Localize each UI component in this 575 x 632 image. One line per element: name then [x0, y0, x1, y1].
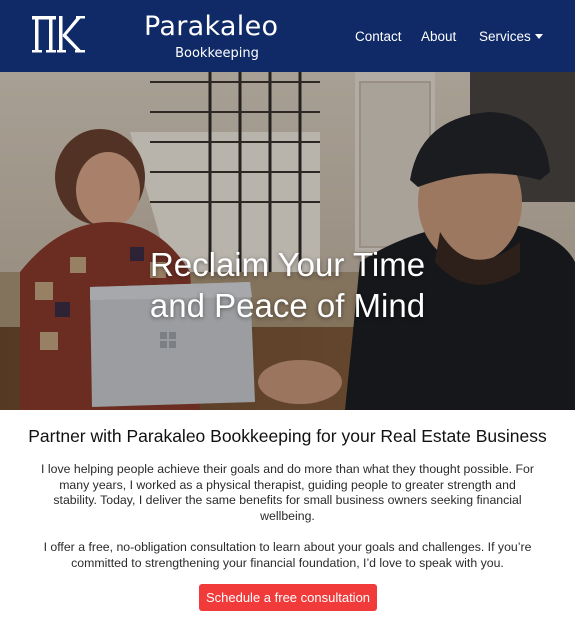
nav-contact-label: Contact [355, 29, 402, 44]
brand-title[interactable]: Parakaleo [144, 11, 294, 42]
schedule-consultation-button[interactable]: Schedule a free consultation [199, 584, 377, 611]
navbar: Parakaleo Bookkeeping Contact About Serv… [0, 0, 575, 72]
intro-paragraph: I love helping people achieve their goal… [41, 462, 534, 523]
hero-heading-line-1: Reclaim Your Time [149, 246, 426, 283]
nav-about-link[interactable]: About [421, 29, 456, 44]
hero-banner: Reclaim Your Time and Peace of Mind [0, 72, 575, 410]
hero-photo [0, 72, 575, 410]
hero-heading: Reclaim Your Time and Peace of Mind [0, 244, 575, 326]
caret-down-icon [534, 33, 543, 39]
offer-paragraph: I offer a free, no-obligation consultati… [43, 540, 532, 570]
nav-about-label: About [421, 29, 457, 44]
nav-services-label: Services [479, 29, 531, 44]
nav-contact-link[interactable]: Contact [355, 29, 402, 44]
section-title: Partner with Parakaleo Bookkeeping for y… [28, 426, 547, 446]
brand-subtitle[interactable]: Bookkeeping [144, 46, 290, 61]
logo-icon[interactable] [30, 12, 86, 56]
hero-heading-line-2: and Peace of Mind [149, 287, 426, 324]
nav-services-dropdown[interactable]: Services [479, 29, 543, 44]
